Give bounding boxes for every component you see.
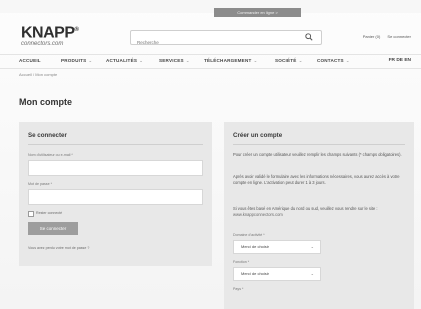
registered-mark: ® xyxy=(74,27,79,33)
nav-item-actualites[interactable]: ACTUALITÉS ⌄ xyxy=(106,58,143,64)
nav-item-accueil[interactable]: ACCUEIL xyxy=(19,58,41,63)
chevron-down-icon: ⌄ xyxy=(185,58,190,63)
logo-main-text: KNAPP xyxy=(21,24,75,42)
support-link[interactable]: www.knappconnectors.com xyxy=(233,212,283,217)
nav-item-societe[interactable]: SOCIÉTÉ ⌄ xyxy=(275,58,303,64)
logo-subtitle: connectors.com xyxy=(21,41,64,48)
chevron-down-icon: ⌄ xyxy=(310,244,314,249)
function-select-value: Merci de choisir xyxy=(241,271,270,276)
register-support: Si vous êtes basé en Amérique du nord ou… xyxy=(233,206,403,217)
main-nav: ACCUEIL PRODUITS ⌄ ACTUALITÉS ⌄ SERVICES ⌄ … xyxy=(0,54,421,69)
password-field[interactable] xyxy=(28,189,203,205)
promo-strip: Commander en ligne > xyxy=(0,0,421,17)
nav-item-telechargement[interactable]: TÉLÉCHARGEMENT ⌄ xyxy=(204,58,258,64)
register-validation: Après avoir validé le formulaire avec le… xyxy=(233,174,400,185)
activity-label: Domaine d'activité * xyxy=(233,233,265,237)
divider xyxy=(28,144,203,145)
page-title: Mon compte xyxy=(19,97,72,107)
top-links: Panier (0) Se connecter xyxy=(357,34,411,39)
activity-select-value: Merci de choisir xyxy=(241,244,270,249)
site-header: KNAPP® connectors.com Panier (0) Se conn… xyxy=(0,14,421,54)
chevron-down-icon: ⌄ xyxy=(298,58,303,63)
logo[interactable]: KNAPP® connectors.com xyxy=(21,22,91,48)
page: Commander en ligne > KNAPP® connectors.c… xyxy=(0,0,421,309)
nav-item-contacts[interactable]: CONTACTS ⌄ xyxy=(317,58,350,64)
login-button[interactable]: Se connecter xyxy=(28,222,78,235)
activity-select[interactable]: Merci de choisir ⌄ xyxy=(233,240,321,254)
function-select[interactable]: Merci de choisir ⌄ xyxy=(233,267,321,281)
password-label: Mot de passe * xyxy=(28,182,52,186)
search-box xyxy=(130,30,322,48)
lost-password-link[interactable]: Vous avez perdu votre mot de passe ? xyxy=(28,246,89,250)
username-label: Nom d'utilisateur ou e-mail * xyxy=(28,153,73,157)
cart-link[interactable]: Panier (0) xyxy=(363,34,381,39)
chevron-down-icon: ⌄ xyxy=(253,58,258,63)
remember-label: Rester connecté xyxy=(36,211,63,215)
chevron-down-icon: ⌄ xyxy=(139,58,144,63)
chevron-down-icon: ⌄ xyxy=(345,58,350,63)
login-title: Se connecter xyxy=(28,132,67,139)
divider xyxy=(233,144,405,145)
chevron-down-icon: ⌄ xyxy=(310,271,314,276)
register-intro: Pour créer un compte utilisateur veuille… xyxy=(233,152,402,157)
login-panel: Se connecter Nom d'utilisateur ou e-mail… xyxy=(19,122,212,266)
language-selector[interactable]: FR DE EN xyxy=(389,58,411,63)
login-link[interactable]: Se connecter xyxy=(387,34,411,39)
country-label: Pays * xyxy=(233,287,244,291)
function-label: Fonction * xyxy=(233,260,250,264)
search-input[interactable] xyxy=(131,37,297,48)
breadcrumb: Accueil / Mon compte xyxy=(19,72,58,77)
chevron-down-icon: ⌄ xyxy=(88,58,93,63)
support-text: Si vous êtes basé en Amérique du nord ou… xyxy=(233,206,378,211)
username-field[interactable] xyxy=(28,160,203,176)
nav-item-services[interactable]: SERVICES ⌄ xyxy=(159,58,190,64)
register-title: Créer un compte xyxy=(233,132,283,139)
search-icon[interactable] xyxy=(305,33,313,41)
remember-checkbox[interactable] xyxy=(28,211,34,217)
register-panel: Créer un compte Pour créer un compte uti… xyxy=(224,122,414,309)
nav-item-produits[interactable]: PRODUITS ⌄ xyxy=(61,58,92,64)
